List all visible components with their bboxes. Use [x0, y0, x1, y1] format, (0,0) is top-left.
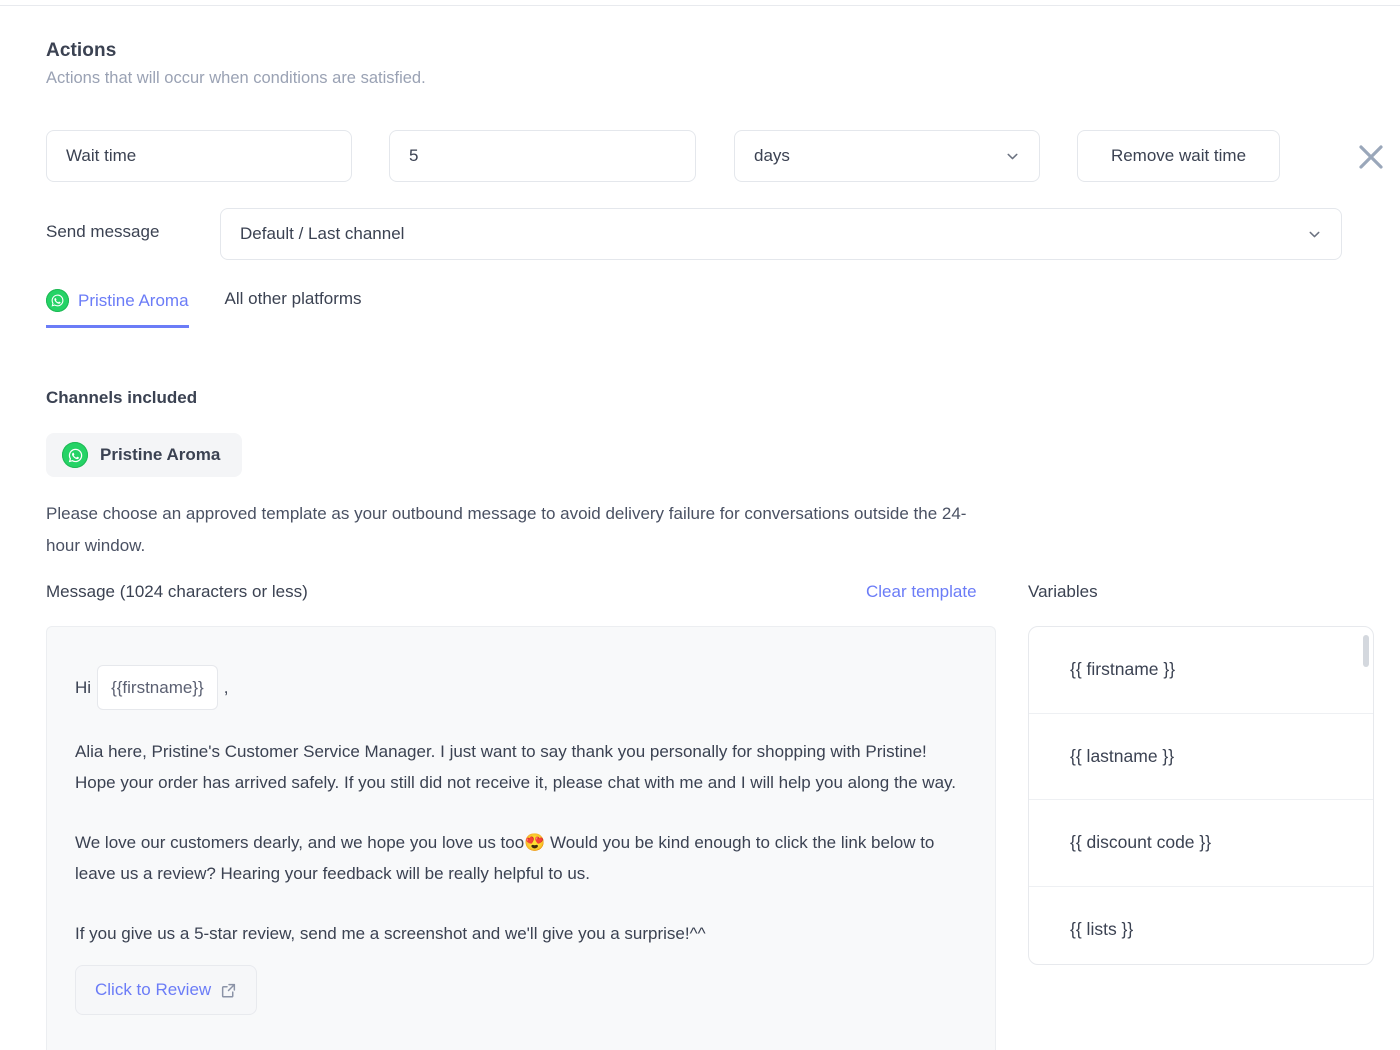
page-subtitle: Actions that will occur when conditions … — [46, 69, 426, 87]
variables-panel[interactable]: {{ firstname }} {{ lastname }} {{ discou… — [1028, 626, 1374, 965]
message-paragraph-3: If you give us a 5-star review, send me … — [75, 924, 706, 943]
wait-time-label-field[interactable]: Wait time — [46, 130, 352, 182]
greeting-prefix: Hi — [75, 678, 92, 697]
tab-label: Pristine Aroma — [78, 290, 189, 310]
send-message-label: Send message — [46, 222, 160, 241]
message-paragraph-1: Alia here, Pristine's Customer Service M… — [75, 742, 956, 792]
tab-all-other-platforms[interactable]: All other platforms — [225, 289, 362, 325]
channels-included-title: Channels included — [46, 388, 198, 407]
variable-item-discount-code[interactable]: {{ discount code }} — [1029, 800, 1373, 887]
template-notice: Please choose an approved template as yo… — [46, 504, 967, 555]
variable-item-lists[interactable]: {{ lists }} — [1029, 887, 1373, 965]
whatsapp-icon — [46, 289, 69, 312]
page-title: Actions — [46, 40, 117, 61]
remove-wait-time-button[interactable]: Remove wait time — [1077, 130, 1280, 182]
wait-time-unit-value: days — [754, 146, 790, 165]
channel-chip-label: Pristine Aroma — [100, 445, 221, 464]
whatsapp-icon — [62, 442, 88, 468]
send-message-channel-select[interactable]: Default / Last channel — [220, 208, 1342, 260]
greeting-suffix: , — [223, 678, 229, 697]
variable-chip-firstname[interactable]: {{firstname}} — [97, 665, 218, 710]
external-link-icon — [220, 982, 237, 999]
message-paragraph-2: We love our customers dearly, and we hop… — [75, 833, 935, 883]
chevron-down-icon — [1307, 227, 1322, 242]
tab-pristine-aroma[interactable]: Pristine Aroma — [46, 289, 189, 328]
wait-time-unit-select[interactable]: days — [734, 130, 1040, 182]
channel-tabs: Pristine Aroma All other platforms — [46, 289, 362, 328]
message-label: Message (1024 characters or less) — [46, 582, 308, 601]
clear-template-button[interactable]: Clear template — [866, 582, 977, 602]
actions-panel: Actions Actions that will occur when con… — [0, 6, 1400, 1050]
close-icon[interactable] — [1352, 138, 1390, 176]
channel-chip-pristine-aroma[interactable]: Pristine Aroma — [46, 433, 243, 477]
click-to-review-button[interactable]: Click to Review — [75, 965, 258, 1015]
tab-label: All other platforms — [224, 289, 362, 308]
message-editor[interactable]: Hi {{firstname}} , Alia here, Pristine's… — [46, 626, 996, 1050]
variable-item-firstname[interactable]: {{ firstname }} — [1029, 627, 1373, 714]
wait-time-value-input[interactable]: 5 — [389, 130, 696, 182]
variable-item-lastname[interactable]: {{ lastname }} — [1029, 714, 1373, 800]
section-header: Actions Actions that will occur when con… — [46, 40, 426, 88]
send-message-channel-value: Default / Last channel — [240, 224, 405, 243]
variables-panel-scrollbar[interactable] — [1363, 635, 1369, 667]
send-message-row: Send message Default / Last channel — [46, 208, 1346, 260]
message-greeting-line: Hi {{firstname}} , — [75, 665, 967, 710]
wait-time-row: Wait time 5 days Remove wait time — [46, 130, 1386, 182]
cta-label: Click to Review — [95, 980, 212, 999]
chevron-down-icon — [1005, 149, 1020, 164]
variables-label: Variables — [1028, 582, 1098, 601]
